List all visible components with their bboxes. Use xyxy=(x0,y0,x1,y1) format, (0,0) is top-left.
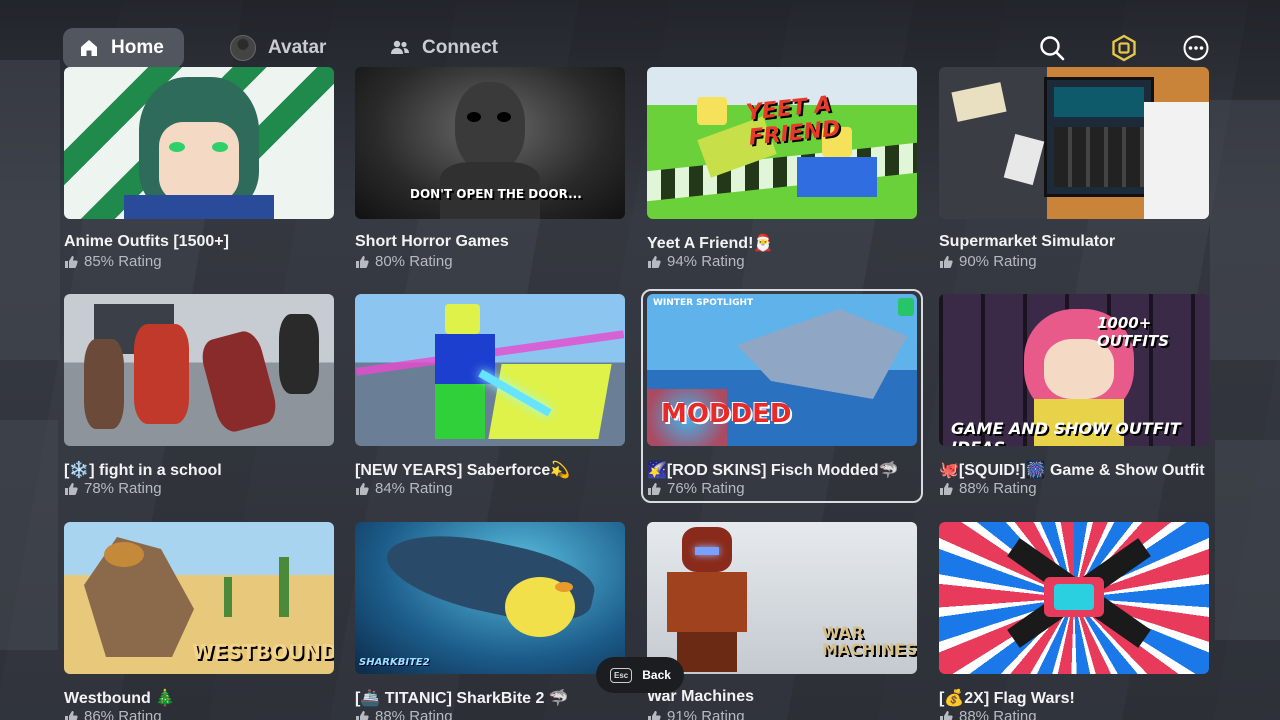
thumbnail-caption: SHARKBITE2 xyxy=(359,657,430,668)
game-title: Supermarket Simulator xyxy=(939,233,1116,250)
back-button-hint[interactable]: Esc Back xyxy=(596,657,684,693)
game-title: [NEW YEARS] Saberforce💫 xyxy=(355,462,571,479)
esc-key-icon: Esc xyxy=(610,667,633,683)
more-menu-button[interactable] xyxy=(1182,34,1210,62)
game-thumbnail xyxy=(355,294,625,446)
game-thumbnail: 1000+ OUTFITS GAME AND SHOW OUTFIT IDEAS xyxy=(939,294,1209,446)
thumbnail-caption: WAR MACHINES xyxy=(822,623,917,659)
game-rating-text: 80% Rating xyxy=(375,253,453,270)
thumbs-up-icon xyxy=(648,482,661,495)
game-rating-text: 88% Rating xyxy=(375,708,453,720)
thumbs-up-icon xyxy=(65,255,78,268)
game-rating: 90% Rating xyxy=(939,253,1037,270)
search-button[interactable] xyxy=(1038,34,1066,62)
game-rating-text: 91% Rating xyxy=(667,708,745,720)
game-rating-text: 85% Rating xyxy=(84,253,162,270)
game-rating-text: 88% Rating xyxy=(959,480,1037,497)
event-badge: WINTER SPOTLIGHT xyxy=(653,298,754,308)
thumbnail-caption: YEET A FRIEND xyxy=(744,92,842,151)
game-rating: 94% Rating xyxy=(647,253,745,270)
game-title: [❄️] fight in a school xyxy=(64,462,222,479)
game-rating: 88% Rating xyxy=(939,480,1037,497)
robux-button[interactable] xyxy=(1110,34,1138,62)
thumbs-up-icon xyxy=(648,255,661,268)
game-title: Anime Outfits [1500+] xyxy=(64,233,229,250)
game-rating: 84% Rating xyxy=(355,480,453,497)
thumbs-up-icon xyxy=(940,482,953,495)
game-rating: 91% Rating xyxy=(647,708,745,720)
game-rating-text: 88% Rating xyxy=(959,708,1037,720)
game-rating: 88% Rating xyxy=(355,708,453,720)
thumbs-up-icon xyxy=(356,255,369,268)
game-title: Yeet A Friend!🎅 xyxy=(647,235,774,252)
game-rating-text: 86% Rating xyxy=(84,708,162,720)
game-rating-text: 84% Rating xyxy=(375,480,453,497)
nav-tab-avatar-label: Avatar xyxy=(268,37,327,58)
nav-tab-home[interactable]: Home xyxy=(63,28,184,68)
back-label: Back xyxy=(642,668,671,682)
nav-tab-connect-label: Connect xyxy=(422,37,498,58)
thumbnail-caption: GAME AND SHOW OUTFIT IDEAS xyxy=(951,419,1181,446)
game-title: [🚢 TITANIC] SharkBite 2 🦈 xyxy=(355,690,569,707)
game-thumbnail xyxy=(64,294,334,446)
game-title: [💰2X] Flag Wars! xyxy=(939,690,1075,707)
search-icon xyxy=(1040,36,1065,61)
game-title: War Machines xyxy=(647,688,754,705)
thumbnail-caption: WESTBOUND xyxy=(192,640,334,664)
game-thumbnail: WESTBOUND xyxy=(64,522,334,674)
game-thumbnail xyxy=(939,67,1209,219)
home-icon xyxy=(79,38,99,58)
game-title: Westbound 🎄 xyxy=(64,690,176,707)
game-rating: 86% Rating xyxy=(64,708,162,720)
game-title: 🌠[ROD SKINS] Fisch Modded🦈 xyxy=(647,462,899,479)
game-thumbnail: WAR MACHINES xyxy=(647,522,917,674)
game-title: Short Horror Games xyxy=(355,233,509,250)
game-rating: 78% Rating xyxy=(64,480,162,497)
thumbs-up-icon xyxy=(65,710,78,720)
game-thumbnail xyxy=(64,67,334,219)
thumbs-up-icon xyxy=(356,710,369,720)
robux-icon xyxy=(1112,34,1136,62)
game-rating-text: 90% Rating xyxy=(959,253,1037,270)
thumbs-up-icon xyxy=(940,255,953,268)
game-rating-text: 78% Rating xyxy=(84,480,162,497)
thumbs-up-icon xyxy=(356,482,369,495)
game-rating: 80% Rating xyxy=(355,253,453,270)
thumbs-up-icon xyxy=(65,482,78,495)
game-title: 🐙[SQUID!]🎆 Game & Show Outfit xyxy=(939,462,1205,479)
thumbs-up-icon xyxy=(648,710,661,720)
thumbnail-caption: DON'T OPEN THE DOOR... xyxy=(410,187,582,201)
game-thumbnail xyxy=(939,522,1209,674)
game-rating-text: 94% Rating xyxy=(667,253,745,270)
game-rating-text: 76% Rating xyxy=(667,480,745,497)
game-rating: 88% Rating xyxy=(939,708,1037,720)
game-thumbnail: SHARKBITE2 xyxy=(355,522,625,674)
thumbnail-caption: 1000+ OUTFITS xyxy=(1097,314,1170,350)
nav-tab-home-label: Home xyxy=(111,37,164,58)
people-icon xyxy=(390,38,410,58)
avatar-icon xyxy=(230,35,256,61)
thumbs-up-icon xyxy=(940,710,953,720)
game-thumbnail: WINTER SPOTLIGHT MODDED xyxy=(647,294,917,446)
game-rating: 76% Rating xyxy=(647,480,745,497)
nav-tab-connect[interactable]: Connect xyxy=(374,28,514,68)
more-icon xyxy=(1183,35,1209,61)
thumbnail-caption: MODDED xyxy=(661,399,792,429)
nav-tab-avatar[interactable]: Avatar xyxy=(214,28,342,68)
game-thumbnail: DON'T OPEN THE DOOR... xyxy=(355,67,625,219)
game-rating: 85% Rating xyxy=(64,253,162,270)
game-thumbnail: YEET A FRIEND xyxy=(647,67,917,219)
